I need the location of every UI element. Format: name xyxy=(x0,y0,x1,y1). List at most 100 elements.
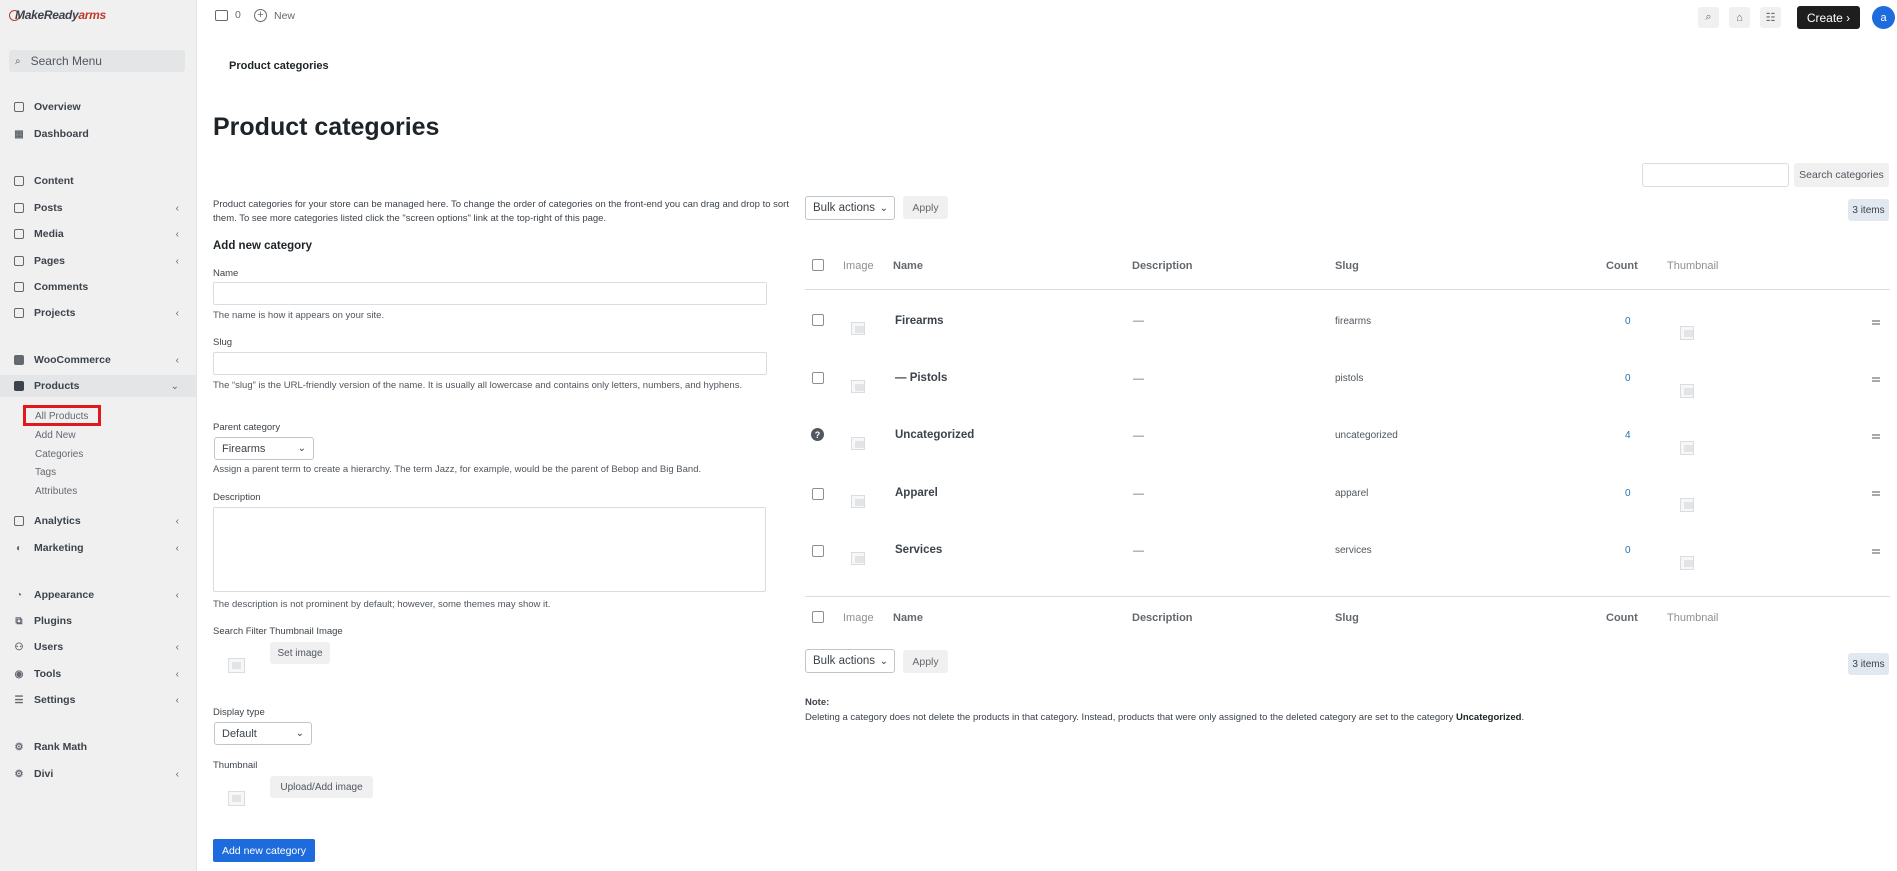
drag-handle-icon[interactable] xyxy=(1872,320,1880,325)
apply-button-top[interactable]: Apply xyxy=(903,196,948,219)
drag-handle-icon[interactable] xyxy=(1872,491,1880,496)
column-count[interactable]: Count xyxy=(1606,260,1638,272)
drag-handle-icon[interactable] xyxy=(1872,549,1880,554)
category-name[interactable]: Firearms xyxy=(895,315,944,327)
upload-image-button[interactable]: Upload/Add image xyxy=(270,776,373,798)
category-count[interactable]: 4 xyxy=(1625,430,1631,441)
chevron-left-icon: ‹ xyxy=(175,307,179,319)
chevron-left-icon: ‹ xyxy=(175,202,179,214)
row-checkbox[interactable] xyxy=(812,372,824,384)
search-icon[interactable]: ⌕ xyxy=(1698,7,1719,28)
column-description[interactable]: Description xyxy=(1132,260,1193,272)
slug-field[interactable] xyxy=(213,352,767,375)
sidebar-item-comments[interactable]: Comments xyxy=(0,276,196,298)
sliders-icon[interactable]: ☷ xyxy=(1760,7,1781,28)
woocommerce-icon xyxy=(13,354,25,366)
bulk-actions-select-top[interactable]: Bulk actions ⌄ xyxy=(805,196,895,220)
submenu-categories[interactable]: Categories xyxy=(35,449,83,460)
sidebar-item-settings[interactable]: ☰ Settings ‹ xyxy=(0,689,196,711)
name-label: Name xyxy=(213,268,239,279)
display-type-select[interactable]: Default ⌄ xyxy=(214,722,312,745)
category-name[interactable]: Uncategorized xyxy=(895,429,974,441)
chevron-down-icon: ⌄ xyxy=(170,380,179,392)
sidebar-item-appearance[interactable]: ◔ Appearance ‹ xyxy=(0,584,196,606)
chevron-left-icon: ‹ xyxy=(175,255,179,267)
megaphone-icon: ◐ xyxy=(15,542,23,554)
sidebar-item-marketing[interactable]: ◐ Marketing ‹ xyxy=(0,537,196,559)
home-icon[interactable]: ⌂ xyxy=(1729,7,1750,28)
category-slug: pistols xyxy=(1335,373,1364,384)
comments-link[interactable]: 0 xyxy=(215,9,241,21)
submenu-tags[interactable]: Tags xyxy=(35,467,56,478)
sidebar-item-projects[interactable]: Projects ‹ xyxy=(0,302,196,324)
parent-category-select[interactable]: Firearms ⌄ xyxy=(214,437,314,460)
column-name[interactable]: Name xyxy=(893,260,923,272)
new-link[interactable]: + New xyxy=(254,9,295,22)
category-count[interactable]: 0 xyxy=(1625,488,1631,499)
gear-icon: ⚙ xyxy=(14,768,24,780)
category-count[interactable]: 0 xyxy=(1625,545,1631,556)
chevron-left-icon: ‹ xyxy=(175,694,179,706)
column-name-footer[interactable]: Name xyxy=(893,612,923,624)
apply-button-bottom[interactable]: Apply xyxy=(903,650,948,673)
column-slug[interactable]: Slug xyxy=(1335,260,1359,272)
description-textarea[interactable] xyxy=(213,507,766,592)
sidebar-item-woocommerce[interactable]: WooCommerce ‹ xyxy=(0,349,196,371)
column-slug-footer[interactable]: Slug xyxy=(1335,612,1359,624)
sidebar-item-tools[interactable]: ◉ Tools ‹ xyxy=(0,663,196,685)
highlight-box xyxy=(23,405,101,426)
category-name[interactable]: Apparel xyxy=(895,487,938,499)
sidebar-item-dashboard[interactable]: ▦ Dashboard xyxy=(0,123,196,145)
category-count[interactable]: 0 xyxy=(1625,316,1631,327)
chevron-left-icon: ‹ xyxy=(175,542,179,554)
help-icon[interactable]: ? xyxy=(811,428,824,441)
chevron-left-icon: ‹ xyxy=(175,228,179,240)
category-name[interactable]: Services xyxy=(895,544,942,556)
column-count-footer[interactable]: Count xyxy=(1606,612,1638,624)
row-checkbox[interactable] xyxy=(812,545,824,557)
parent-category-label: Parent category xyxy=(213,422,281,433)
select-all-checkbox[interactable] xyxy=(812,259,824,271)
site-logo[interactable]: MakeReadyarms xyxy=(9,8,106,22)
image-placeholder-icon xyxy=(851,437,865,450)
category-count[interactable]: 0 xyxy=(1625,373,1631,384)
slug-help: The “slug” is the URL-friendly version o… xyxy=(213,380,743,391)
column-description-footer[interactable]: Description xyxy=(1132,612,1193,624)
sidebar-item-users[interactable]: ⚇ Users ‹ xyxy=(0,636,196,658)
thumbnail-placeholder-icon xyxy=(1680,498,1694,512)
sidebar-item-content[interactable]: Content xyxy=(0,170,196,192)
image-placeholder-icon xyxy=(851,322,865,335)
drag-handle-icon[interactable] xyxy=(1872,377,1880,382)
submenu-add-new[interactable]: Add New xyxy=(35,430,76,441)
sidebar-item-products[interactable]: Products ⌄ xyxy=(0,375,196,397)
chevron-left-icon: ‹ xyxy=(175,354,179,366)
search-categories-input[interactable] xyxy=(1642,163,1789,187)
avatar[interactable]: a xyxy=(1872,6,1895,29)
sidebar-item-media[interactable]: Media ‹ xyxy=(0,223,196,245)
submenu-attributes[interactable]: Attributes xyxy=(35,486,77,497)
add-new-category-button[interactable]: Add new category xyxy=(213,839,315,862)
sidebar-item-overview[interactable]: Overview xyxy=(0,96,196,118)
sidebar-item-analytics[interactable]: Analytics ‹ xyxy=(0,510,196,532)
sidebar-item-pages[interactable]: Pages ‹ xyxy=(0,250,196,272)
create-button[interactable]: Create › xyxy=(1797,6,1860,29)
sidebar-item-posts[interactable]: Posts ‹ xyxy=(0,197,196,219)
row-checkbox[interactable] xyxy=(812,488,824,500)
set-image-button[interactable]: Set image xyxy=(270,642,330,664)
name-help: The name is how it appears on your site. xyxy=(213,310,385,321)
sidebar-item-plugins[interactable]: ⧉ Plugins xyxy=(0,610,196,632)
category-name[interactable]: — Pistols xyxy=(895,372,947,384)
plus-icon: + xyxy=(254,9,267,22)
select-all-checkbox-bottom[interactable] xyxy=(812,611,824,623)
content-icon xyxy=(13,175,25,187)
sidebar-item-divi[interactable]: ⚙ Divi ‹ xyxy=(0,763,196,785)
users-icon: ⚇ xyxy=(14,641,24,653)
search-menu-input[interactable]: ⌕ Search Menu xyxy=(9,50,185,72)
search-categories-button[interactable]: Search categories xyxy=(1794,163,1889,187)
name-field[interactable] xyxy=(213,282,767,305)
row-checkbox[interactable] xyxy=(812,314,824,326)
sidebar-item-rank-math[interactable]: ⚙ Rank Math xyxy=(0,736,196,758)
drag-handle-icon[interactable] xyxy=(1872,434,1880,439)
chevron-left-icon: ‹ xyxy=(175,515,179,527)
bulk-actions-select-bottom[interactable]: Bulk actions ⌄ xyxy=(805,649,895,673)
